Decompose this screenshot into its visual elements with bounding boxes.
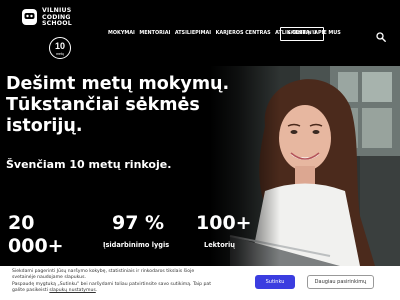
- logo-line-3: SCHOOL: [42, 20, 72, 28]
- cookie-settings-link[interactable]: slapukų nustatymus: [49, 288, 95, 293]
- stat-value: 100+: [196, 212, 252, 234]
- headline-line-2: Tūkstančiai sėkmės: [6, 95, 200, 115]
- robot-head-icon: [21, 8, 38, 26]
- cookie-banner: Siekdami pagerinti Jūsų naršymo kokybę, …: [0, 266, 400, 300]
- stat-label: Įsidarbinimo lygis: [103, 241, 170, 249]
- more-options-button[interactable]: Daugiau pasirinkimų: [307, 275, 374, 289]
- badge-number: 10: [54, 41, 65, 51]
- cookie-message: Siekdami pagerinti Jūsų naršymo kokybę, …: [12, 269, 252, 294]
- stat-graduates: 20 000+: [8, 212, 64, 258]
- nav-item-mokymai[interactable]: MOKYMAI: [108, 30, 135, 37]
- stat-label: Lektorių: [204, 241, 235, 249]
- stat-lecturers: 100+ Lektorių: [196, 212, 252, 250]
- badge-subtitle: metų: [56, 52, 64, 56]
- logo-wordmark: VILNIUS CODING SCHOOL: [42, 7, 72, 28]
- nav-item-karjeros-centras[interactable]: KARJEROS CENTRAS: [216, 30, 271, 37]
- cookie-line-4-prefix: galite pasikeisti: [12, 287, 50, 293]
- cookie-line-4: galite pasikeisti slapukų nustatymus.: [12, 288, 252, 294]
- headline-line-1: Dešimt metų mokymų.: [6, 74, 230, 94]
- stat-value: 20: [8, 212, 35, 234]
- site-header: VILNIUS CODING SCHOOL 10 metų MOKYMAI ME…: [0, 0, 400, 66]
- site-logo[interactable]: VILNIUS CODING SCHOOL: [21, 7, 72, 28]
- search-icon[interactable]: [376, 29, 386, 42]
- stat-employment-rate: 97 % Įsidarbinimo lygis: [103, 212, 169, 250]
- accept-cookies-button[interactable]: Sutinku: [255, 275, 295, 289]
- stat-value-continued: 000+: [8, 235, 64, 257]
- nav-item-atsiliepimai[interactable]: ATSILIEPIMAI: [175, 30, 211, 37]
- stat-value: 97 %: [112, 212, 165, 234]
- call-button[interactable]: SKAMBINTI: [280, 27, 324, 41]
- cookie-line-4-suffix: .: [95, 287, 98, 293]
- hero-headline: Dešimt metų mokymų. Tūkstančiai sėkmės i…: [6, 74, 256, 137]
- hero-subline: Švenčiam 10 metų rinkoje.: [6, 158, 172, 171]
- nav-item-mentoriai[interactable]: MENTORIAI: [139, 30, 170, 37]
- anniversary-badge: 10 metų: [49, 37, 71, 59]
- headline-line-3: istorijų.: [6, 116, 83, 136]
